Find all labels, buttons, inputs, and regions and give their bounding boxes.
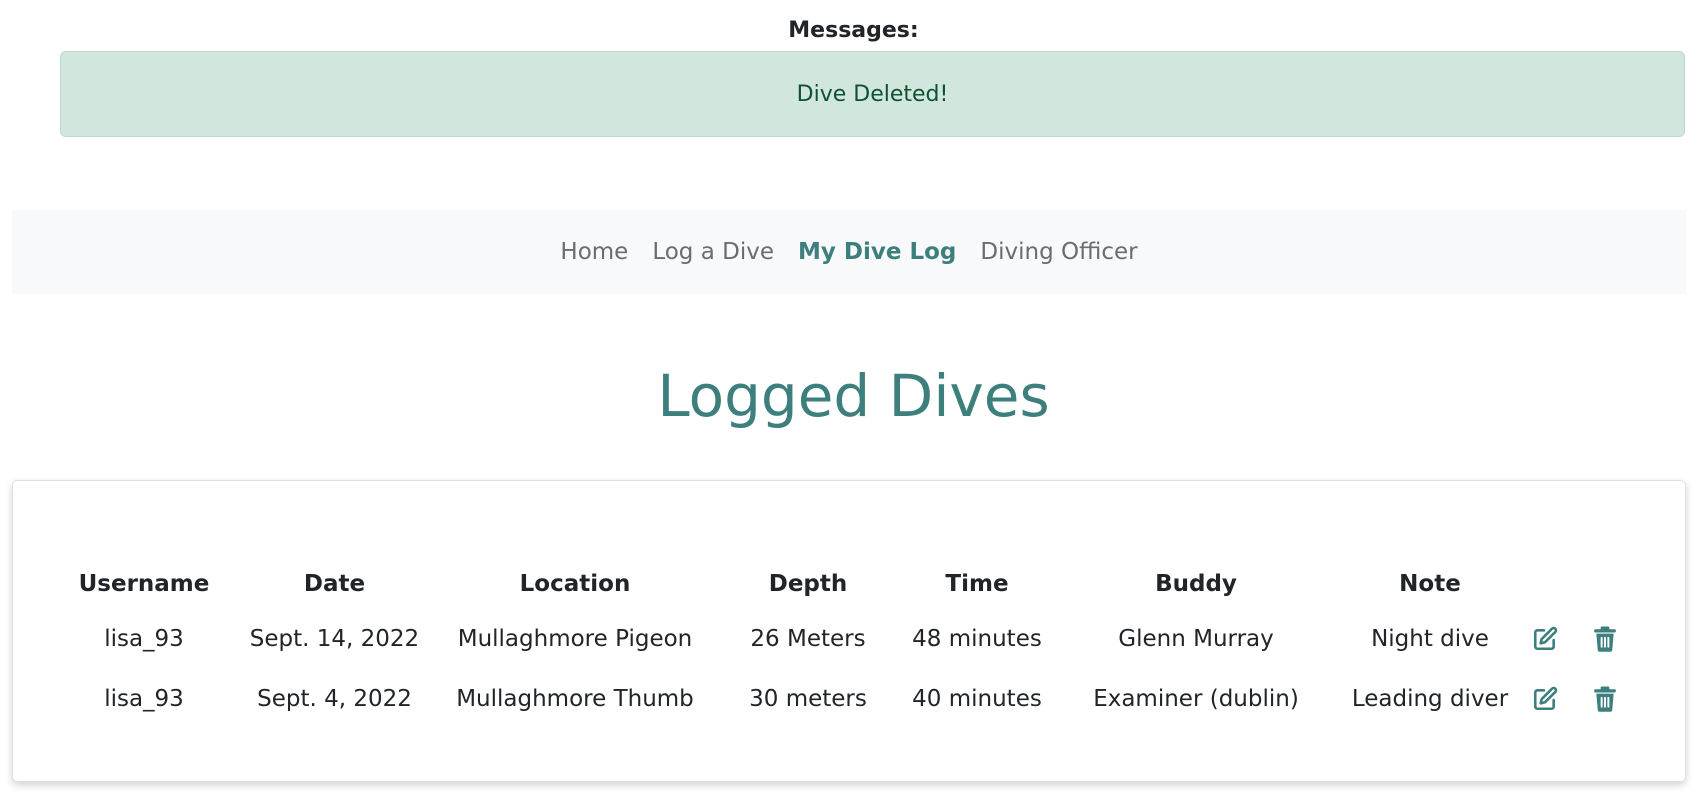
cell-location: Mullaghmore Thumb: [456, 686, 694, 712]
header-time: Time: [945, 571, 1009, 597]
cell-username: lisa_93: [104, 686, 184, 712]
cell-delete: [1575, 609, 1635, 669]
table-row: lisa_93 Sept. 4, 2022 Mullaghmore Thumb …: [60, 669, 1635, 729]
success-alert: Dive Deleted!: [60, 51, 1685, 137]
edit-icon[interactable]: [1532, 626, 1558, 652]
cell-edit: [1515, 669, 1575, 729]
table-header-row: Username Date Location Depth Time Buddy …: [60, 559, 1635, 609]
header-edit: [1515, 559, 1575, 609]
cell-depth: 30 meters: [749, 686, 867, 712]
trash-icon[interactable]: [1593, 686, 1617, 713]
navbar: Home Log a Dive My Dive Log Diving Offic…: [12, 210, 1686, 294]
header-buddy: Buddy: [1155, 571, 1237, 597]
cell-note: Night dive: [1371, 626, 1489, 652]
nav-item-home[interactable]: Home: [560, 239, 628, 265]
cell-location: Mullaghmore Pigeon: [457, 626, 693, 652]
cell-delete: [1575, 669, 1635, 729]
nav-item-diving-officer[interactable]: Diving Officer: [980, 239, 1137, 265]
messages-heading: Messages:: [788, 18, 919, 43]
dive-log-card: Username Date Location Depth Time Buddy …: [12, 480, 1686, 782]
cell-depth: 26 Meters: [750, 626, 866, 652]
cell-date: Sept. 14, 2022: [249, 626, 420, 652]
header-note: Note: [1399, 571, 1461, 597]
alert-text: Dive Deleted!: [796, 81, 949, 107]
nav-item-log-a-dive[interactable]: Log a Dive: [652, 239, 774, 265]
header-username: Username: [78, 571, 210, 597]
cell-username: lisa_93: [104, 626, 184, 652]
cell-buddy: Glenn Murray: [1118, 626, 1274, 652]
trash-icon[interactable]: [1593, 626, 1617, 653]
cell-buddy: Examiner (dublin): [1093, 686, 1299, 712]
cell-time: 40 minutes: [912, 686, 1042, 712]
table-row: lisa_93 Sept. 14, 2022 Mullaghmore Pigeo…: [60, 609, 1635, 669]
cell-note: Leading diver: [1351, 686, 1509, 712]
dive-log-table: Username Date Location Depth Time Buddy …: [60, 559, 1635, 729]
header-delete: [1575, 559, 1635, 609]
page-title: Logged Dives: [657, 362, 1050, 430]
cell-date: Sept. 4, 2022: [257, 686, 412, 712]
header-date: Date: [303, 571, 366, 597]
header-location: Location: [519, 571, 631, 597]
cell-edit: [1515, 609, 1575, 669]
cell-time: 48 minutes: [912, 626, 1042, 652]
header-depth: Depth: [768, 571, 848, 597]
nav-item-my-dive-log[interactable]: My Dive Log: [798, 239, 956, 265]
edit-icon[interactable]: [1532, 686, 1558, 712]
